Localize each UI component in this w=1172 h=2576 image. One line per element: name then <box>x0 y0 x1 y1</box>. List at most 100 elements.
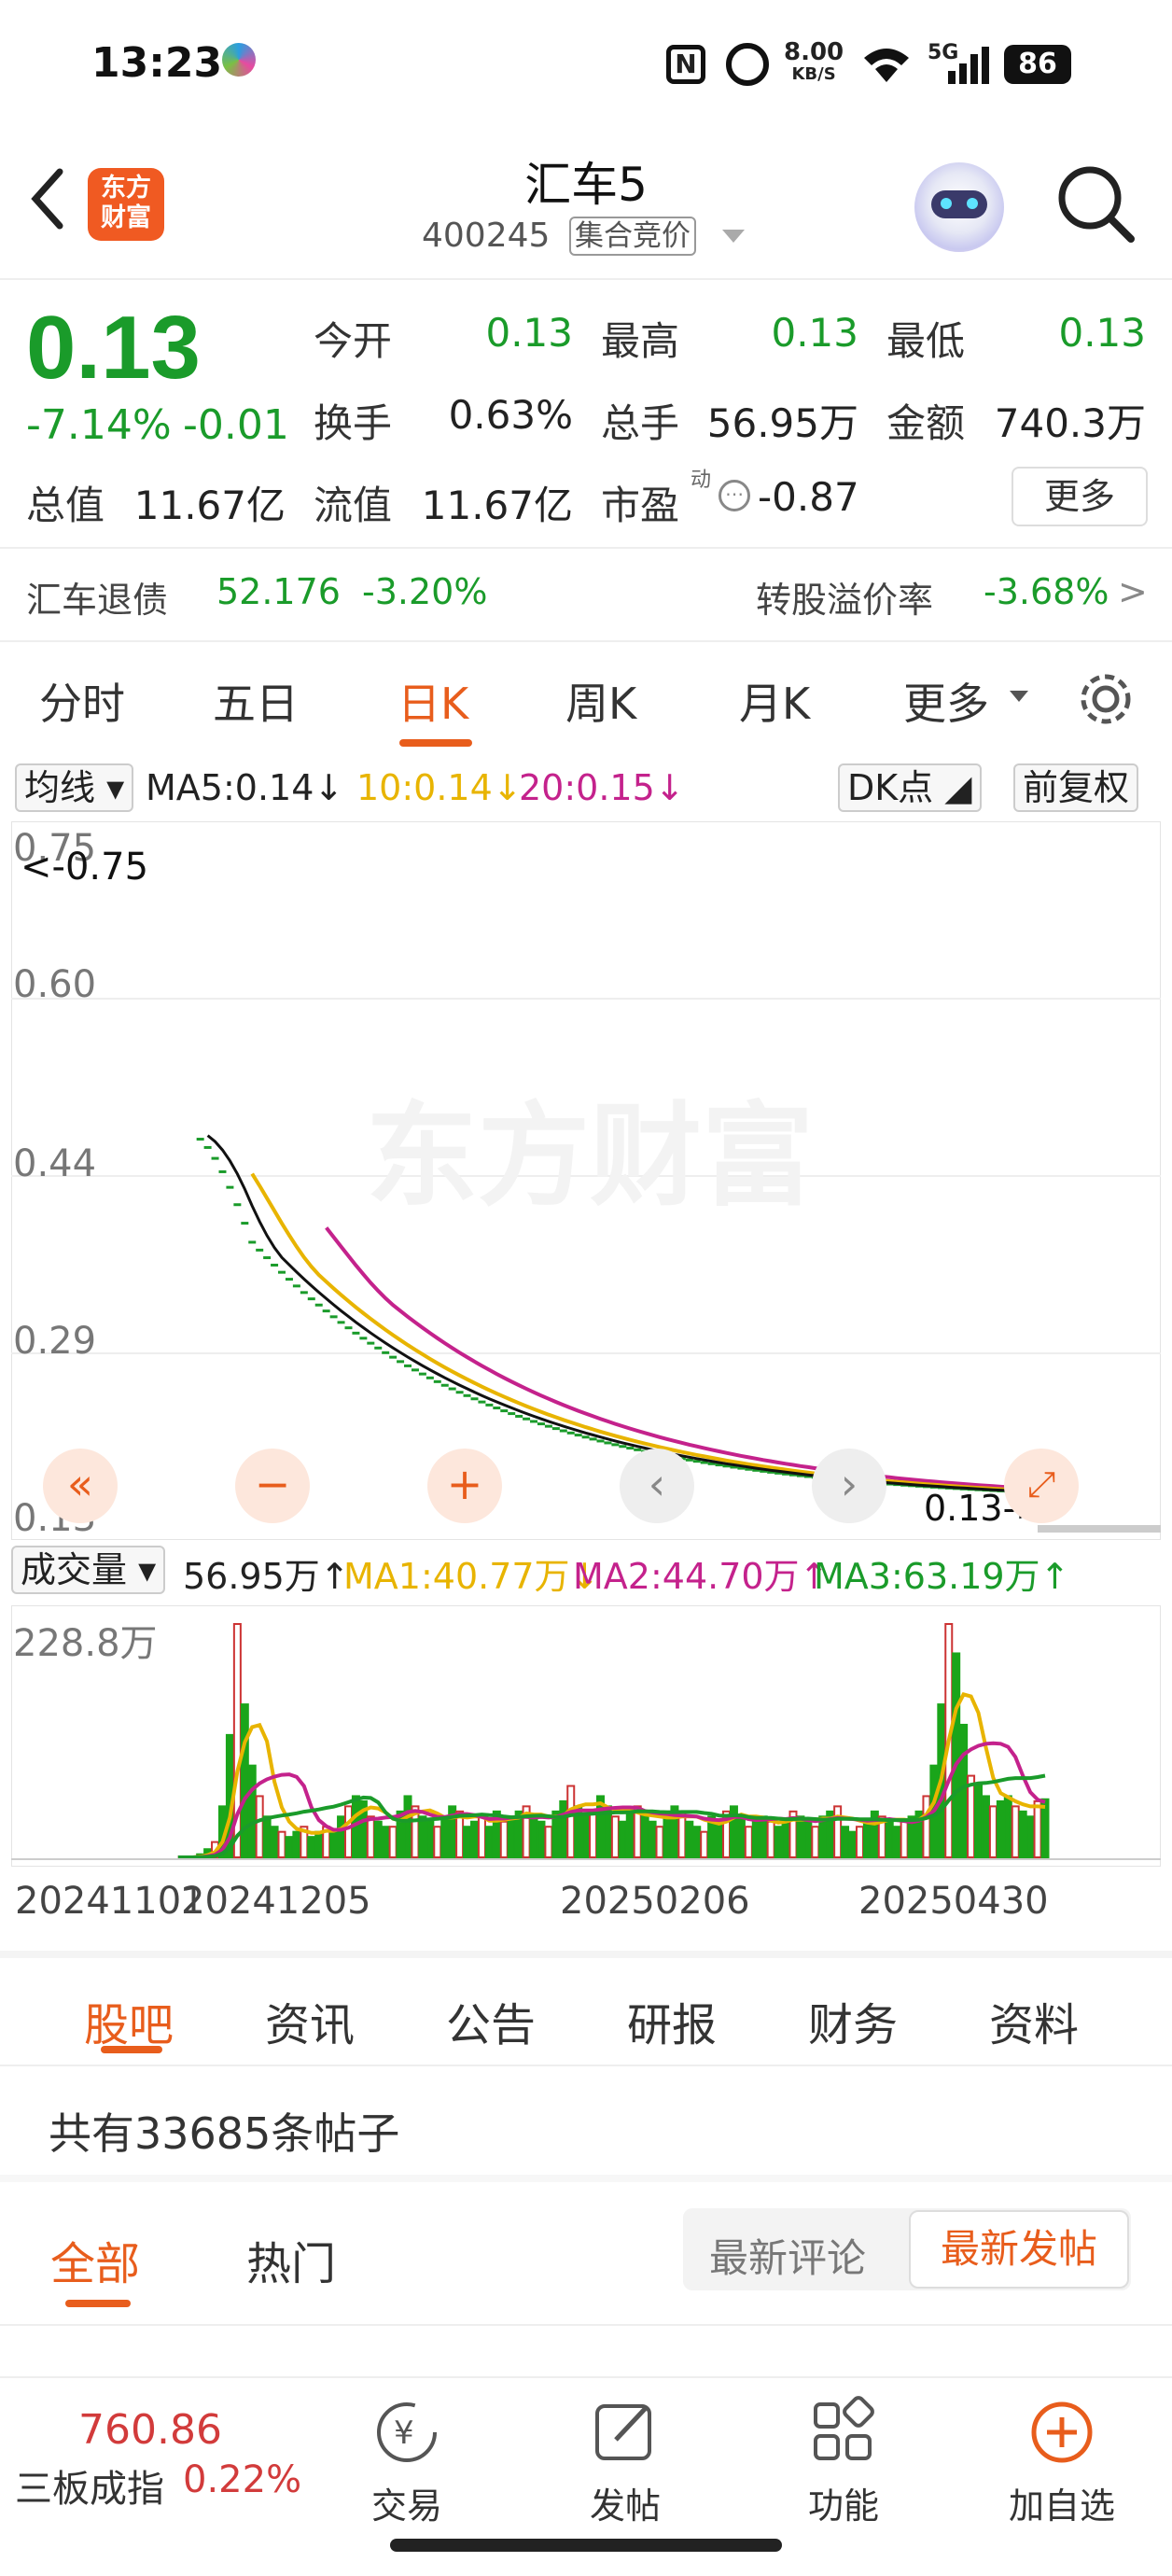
volume-bar <box>477 1815 486 1858</box>
tab-news[interactable]: 资讯 <box>265 1988 355 2053</box>
volume-bar <box>996 1799 1005 1858</box>
volume-bar <box>655 1826 664 1858</box>
assistant-avatar-icon[interactable] <box>914 162 1004 252</box>
info-icon[interactable]: ⋯ <box>719 480 750 511</box>
tab-profile[interactable]: 资料 <box>989 1988 1079 2053</box>
nav-add-watchlist[interactable]: 加自选 <box>987 2378 1137 2528</box>
pe-superscript: 动 <box>691 469 712 492</box>
volume-bar <box>529 1815 538 1858</box>
open-value: 0.13 <box>485 310 573 356</box>
tab-more[interactable]: 更多 <box>903 670 989 732</box>
index-value[interactable]: 760.86 <box>78 2406 222 2454</box>
dk-point-button[interactable]: DK点 ◢ <box>838 763 982 812</box>
tab-research[interactable]: 研报 <box>627 1988 717 2053</box>
low-value: 0.13 <box>1058 310 1146 356</box>
bond-price: 52.176 <box>216 571 341 612</box>
volume-chart[interactable] <box>11 1605 1161 1867</box>
volume-indicator-select[interactable]: 成交量 ▾ <box>11 1546 166 1594</box>
settings-gear-icon[interactable] <box>1075 668 1137 730</box>
price-axis-4: 0.29 <box>13 1320 97 1363</box>
volume-bar <box>1018 1810 1027 1858</box>
index-pct: 0.22% <box>183 2458 302 2501</box>
volume-bar <box>240 1703 249 1859</box>
volume-bar <box>1011 1805 1020 1858</box>
price-axis-2: 0.60 <box>13 963 97 1006</box>
status-bar: 13:23 N 8.00 KB/S 5G 86 <box>0 0 1172 131</box>
tab-monthly-k[interactable]: 月K <box>739 670 810 732</box>
volume-bar <box>981 1795 990 1859</box>
volume-bar <box>766 1820 775 1858</box>
nav-add-label: 加自选 <box>1008 2485 1115 2527</box>
dropdown-icon[interactable] <box>720 228 746 246</box>
volume-legend: 56.95万↑ <box>183 1556 350 1597</box>
tab-timeshare[interactable]: 分时 <box>39 670 125 732</box>
tab-guba[interactable]: 股吧 <box>84 1988 174 2053</box>
tab-five-day[interactable]: 五日 <box>213 670 299 732</box>
more-quote-button[interactable]: 更多 <box>1012 467 1148 526</box>
volume-bar <box>463 1826 472 1858</box>
sort-latest-comment[interactable]: 最新评论 <box>709 2227 866 2284</box>
index-name[interactable]: 三板成指 <box>15 2458 164 2513</box>
volume-bar <box>692 1826 702 1858</box>
zoom-out-icon[interactable]: − <box>235 1449 310 1523</box>
nav-trade-label: 交易 <box>370 2485 442 2527</box>
ma20-legend: 20:0.15↓ <box>519 767 685 808</box>
volume-bar <box>343 1805 353 1858</box>
volume-bar <box>796 1815 805 1858</box>
compose-icon <box>595 2404 651 2460</box>
zoom-in-icon[interactable]: + <box>427 1449 502 1523</box>
volume-bar <box>433 1826 442 1858</box>
amount-value: 740.3万 <box>994 400 1146 446</box>
rewind-icon[interactable]: « <box>43 1449 118 1523</box>
svg-text:¥: ¥ <box>394 2415 414 2452</box>
volume-bar <box>759 1815 768 1858</box>
turnover-label: 换手 <box>314 400 393 446</box>
volume-bar <box>559 1799 568 1858</box>
volume-bar <box>885 1820 894 1858</box>
ma10-legend: 10:0.14↓ <box>356 767 523 808</box>
volume-bar <box>685 1820 694 1858</box>
indicator-select[interactable]: 均线 ▾ <box>15 763 134 812</box>
vol-ma1-legend: MA1:40.77万↓ <box>343 1556 600 1597</box>
volume-bar <box>751 1820 760 1858</box>
premium-arrow[interactable]: > <box>1118 571 1148 612</box>
search-icon[interactable] <box>1054 162 1138 246</box>
more-dropdown-icon <box>1010 691 1028 702</box>
fullscreen-icon[interactable]: ⤢ <box>1004 1449 1079 1523</box>
prev-icon[interactable]: ‹ <box>620 1449 694 1523</box>
nav-trade[interactable]: ¥ 交易 <box>332 2378 481 2528</box>
volume-bar <box>625 1810 635 1858</box>
volume-bar <box>803 1820 813 1858</box>
open-label: 今开 <box>314 318 393 364</box>
wifi-icon <box>864 49 909 82</box>
bond-name[interactable]: 汇车退债 <box>26 571 168 623</box>
home-indicator <box>390 2539 782 2552</box>
high-marker: <-0.75 <box>21 846 149 889</box>
nav-function[interactable]: 功能 <box>769 2378 918 2528</box>
filter-all[interactable]: 全部 <box>50 2227 140 2292</box>
tab-weekly-k[interactable]: 周K <box>565 670 636 732</box>
volume-bar <box>589 1810 598 1858</box>
volume-bar <box>736 1815 746 1858</box>
tab-announcements[interactable]: 公告 <box>446 1988 536 2053</box>
subtab-indicator <box>101 2046 162 2053</box>
volume-bar <box>744 1826 753 1858</box>
auction-tag: 集合竞价 <box>569 217 696 256</box>
premium-label: 转股溢价率 <box>756 580 934 621</box>
signal-icon <box>948 47 989 84</box>
volume-axis-max: 228.8万 <box>13 1622 158 1665</box>
tab-finance[interactable]: 财务 <box>808 1988 898 2053</box>
tab-daily-k[interactable]: 日K <box>398 670 468 732</box>
volume-bar <box>262 1815 272 1858</box>
vol-ma3-legend: MA3:63.19万↑ <box>814 1556 1070 1597</box>
volume-bar <box>270 1826 279 1858</box>
filter-hot[interactable]: 热门 <box>246 2227 336 2292</box>
adjustment-button[interactable]: 前复权 <box>1013 763 1139 812</box>
sort-latest-post[interactable]: 最新发帖 <box>909 2210 1129 2289</box>
nav-post[interactable]: 发帖 <box>551 2378 700 2528</box>
next-icon[interactable]: › <box>812 1449 886 1523</box>
kline-chart[interactable]: 东方财富 <box>11 821 1161 1540</box>
volume-bar <box>922 1795 931 1859</box>
volume-bar <box>640 1815 649 1858</box>
pe-value: -0.87 <box>758 474 859 520</box>
